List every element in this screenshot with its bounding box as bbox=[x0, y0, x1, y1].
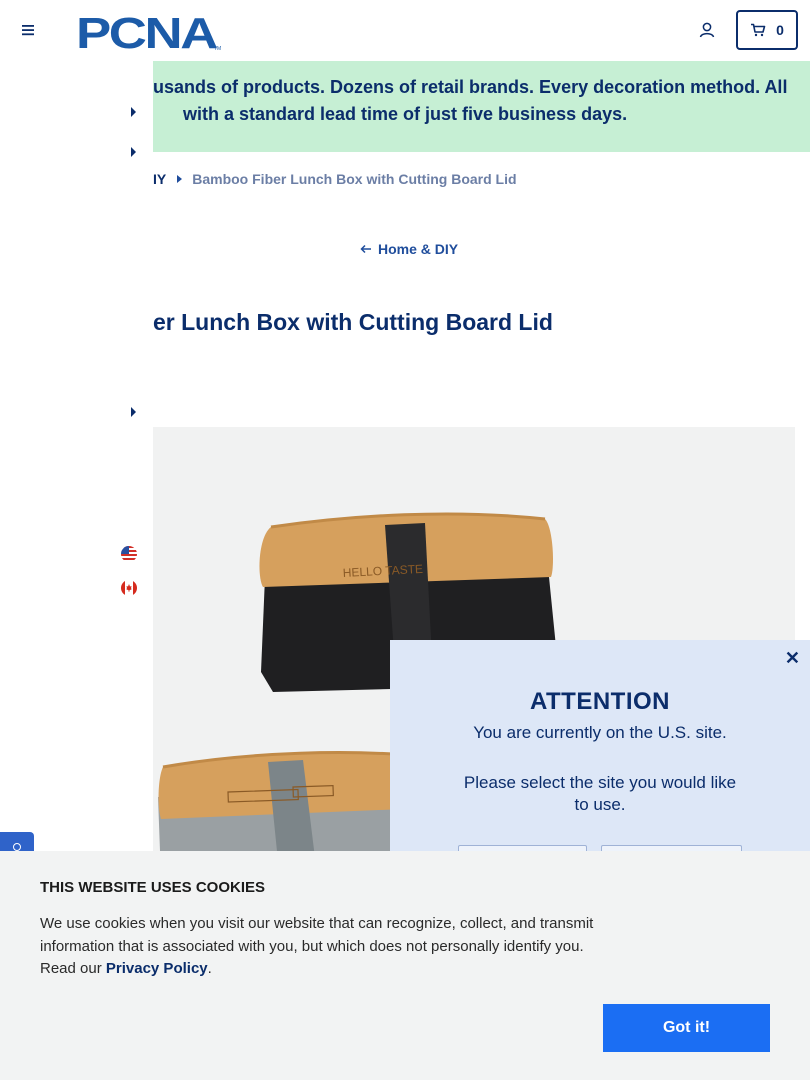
cookie-title: THIS WEBSITE USES COOKIES bbox=[40, 879, 266, 896]
cart-count: 0 bbox=[776, 22, 784, 38]
site-select-prompt: Please select the site you would like to… bbox=[463, 773, 737, 814]
rail-chevron-right-icon[interactable] bbox=[128, 145, 138, 159]
chevron-right-icon bbox=[177, 175, 183, 183]
arrow-left-icon bbox=[360, 244, 371, 254]
logo-trademark: TM bbox=[214, 46, 221, 52]
banner-text: usands of products. Dozens of retail bra… bbox=[153, 74, 810, 128]
rail-chevron-right-icon[interactable] bbox=[128, 105, 138, 119]
product-title: er Lunch Box with Cutting Board Lid bbox=[153, 309, 553, 335]
close-icon[interactable]: ✕ bbox=[785, 648, 800, 669]
promo-banner: usands of products. Dozens of retail bra… bbox=[153, 61, 810, 152]
attention-title: ATTENTION bbox=[529, 688, 671, 715]
back-link-label: Home & DIY bbox=[378, 241, 459, 257]
pcna-logo[interactable]: PCNA TM bbox=[76, 10, 226, 52]
back-to-category-link[interactable]: Home & DIY bbox=[360, 241, 458, 257]
breadcrumb-current: Bamboo Fiber Lunch Box with Cutting Boar… bbox=[192, 171, 517, 187]
banner-line-1: usands of products. Dozens of retail bra… bbox=[153, 77, 788, 97]
cart-icon bbox=[751, 23, 766, 37]
privacy-policy-link[interactable]: Privacy Policy bbox=[106, 960, 208, 977]
rail-chevron-right-icon[interactable] bbox=[128, 405, 138, 419]
site-select-dialog: ✕ ATTENTION You are currently on the U.S… bbox=[390, 640, 810, 881]
us-flag-icon[interactable] bbox=[121, 546, 137, 562]
accept-cookies-button[interactable]: Got it! bbox=[603, 1004, 770, 1052]
site-header: PCNA TM 0 bbox=[0, 0, 810, 61]
account-icon[interactable] bbox=[697, 20, 717, 40]
cookie-text: We use cookies when you visit our websit… bbox=[40, 913, 600, 981]
logo-text: PCNA bbox=[76, 10, 217, 52]
cookie-period: . bbox=[207, 960, 212, 977]
cart-button[interactable]: 0 bbox=[736, 10, 798, 50]
current-site-text: You are currently on the U.S. site. bbox=[473, 723, 727, 742]
page: PCNA TM 0 usands of products. Dozens of … bbox=[0, 0, 810, 1080]
breadcrumb: IY Bamboo Fiber Lunch Box with Cutting B… bbox=[153, 170, 517, 188]
canada-flag-icon[interactable] bbox=[121, 580, 137, 596]
menu-icon[interactable] bbox=[18, 20, 38, 40]
cookie-banner: THIS WEBSITE USES COOKIES We use cookies… bbox=[0, 851, 810, 1080]
banner-line-2: with a standard lead time of just five b… bbox=[183, 104, 628, 124]
breadcrumb-parent-link[interactable]: IY bbox=[153, 171, 166, 187]
